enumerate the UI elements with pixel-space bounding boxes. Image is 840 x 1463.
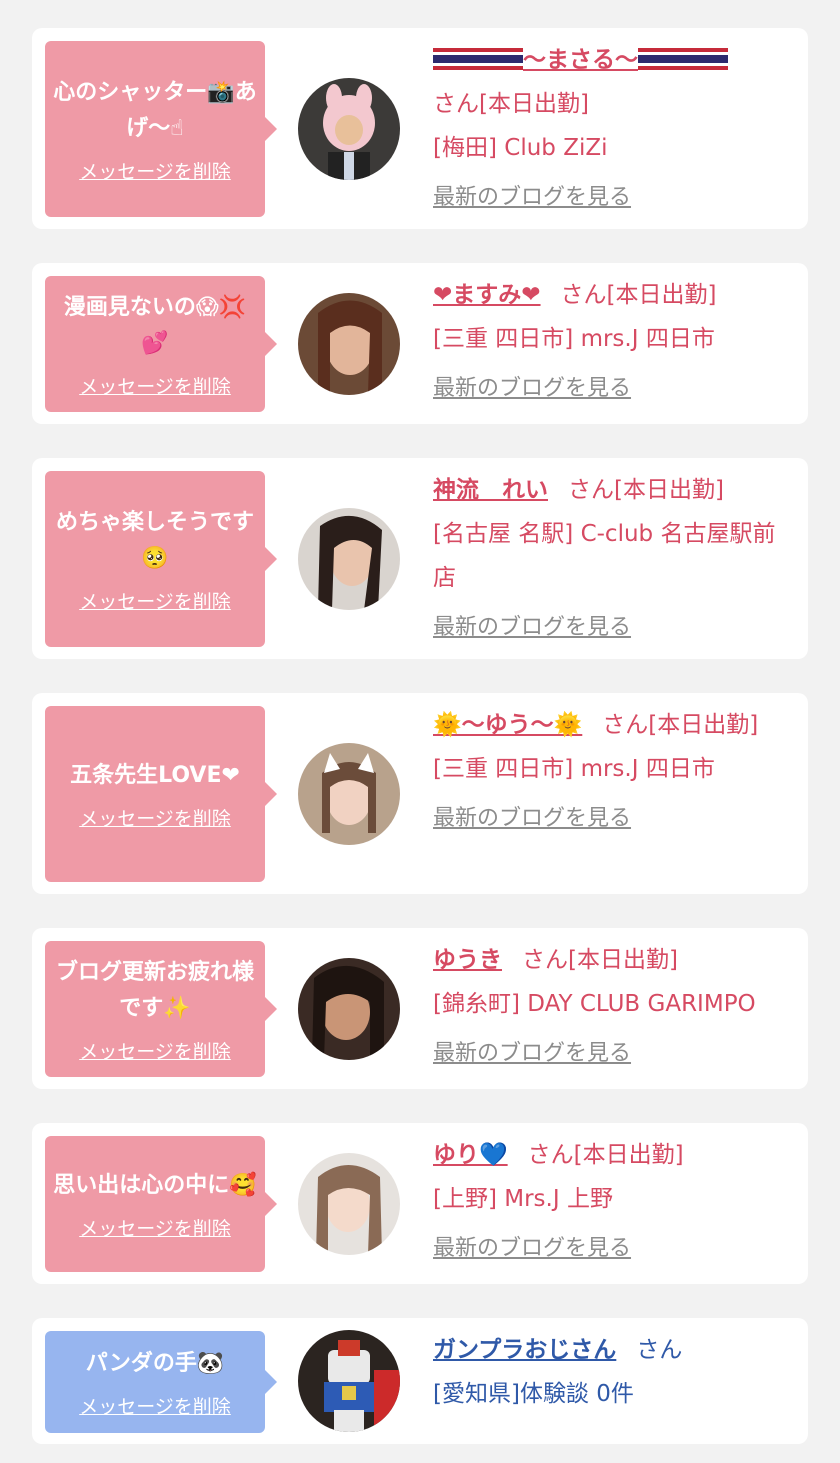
message-text: 五条先生LOVE❤	[70, 762, 240, 788]
avatar[interactable]	[298, 293, 400, 395]
avatar[interactable]	[298, 1330, 400, 1432]
status-suffix: さん[本日出勤]	[527, 1142, 684, 1168]
message-text: 心のシャッター📸あげ〜☝	[53, 79, 257, 141]
shop-name: [名古屋 名駅] C-club 名古屋駅前店	[433, 521, 776, 591]
avatar[interactable]	[298, 743, 400, 845]
shop-name: [三重 四日市] mrs.J 四日市	[433, 756, 715, 782]
user-name-link[interactable]: ガンプラおじさん	[433, 1337, 616, 1363]
blog-link[interactable]: 最新のブログを見る	[433, 180, 631, 216]
status-suffix: さん[本日出勤]	[522, 947, 678, 973]
user-info: 🌞〜ゆう〜🌞 さん[本日出勤] [三重 四日市] mrs.J 四日市 最新のブログ…	[433, 703, 793, 837]
message-text: パンダの手🐼	[85, 1350, 225, 1376]
avatar[interactable]	[298, 1153, 400, 1255]
thai-flag-icon	[668, 48, 698, 70]
list-item: めちゃ楽しそうです🥺 メッセージを削除 神流 れい さん[本日出勤] [名古屋 名…	[32, 458, 808, 659]
thai-flag-icon	[433, 48, 463, 70]
list-item: 思い出は心の中に🥰 メッセージを削除 ゆり💙 さん[本日出勤] [上野] Mrs.…	[32, 1123, 808, 1284]
avatar[interactable]	[298, 78, 400, 180]
message-text: 思い出は心の中に🥰	[53, 1172, 257, 1198]
user-name-link[interactable]: ゆり💙	[433, 1142, 508, 1168]
blog-link[interactable]: 最新のブログを見る	[433, 801, 631, 837]
delete-message-link[interactable]: メッセージを削除	[79, 1392, 231, 1419]
message-text: ブログ更新お疲れ様です✨	[55, 959, 254, 1021]
status-suffix: さん[本日出勤]	[433, 91, 589, 117]
list-item: パンダの手🐼 メッセージを削除 ガンプラおじさん さん [愛知県]体験談 0件	[32, 1318, 808, 1444]
message-bubble: ブログ更新お疲れ様です✨ メッセージを削除	[45, 941, 277, 1077]
thai-flag-icon	[463, 48, 493, 70]
user-info: 神流 れい さん[本日出勤] [名古屋 名駅] C-club 名古屋駅前店 最新の…	[433, 468, 793, 646]
delete-message-link[interactable]: メッセージを削除	[79, 804, 231, 831]
message-bubble: 漫画見ないの😱💢💕 メッセージを削除	[45, 276, 277, 412]
user-info: ❤ますみ❤ さん[本日出勤] [三重 四日市] mrs.J 四日市 最新のブログを…	[433, 273, 793, 407]
status-suffix: さん[本日出勤]	[602, 712, 759, 738]
delete-message-link[interactable]: メッセージを削除	[79, 157, 231, 184]
message-text: めちゃ楽しそうです🥺	[55, 509, 254, 571]
status-suffix: さん[本日出勤]	[560, 282, 717, 308]
list-item: 心のシャッター📸あげ〜☝ メッセージを削除 〜まさる〜 さん[本日出勤] [梅田…	[32, 28, 808, 229]
user-info: ゆうき さん[本日出勤] [錦糸町] DAY CLUB GARIMPO 最新のブロ…	[433, 938, 793, 1072]
thai-flag-icon	[698, 48, 728, 70]
user-name-link[interactable]: 〜まさる〜	[433, 47, 728, 73]
blog-link[interactable]: 最新のブログを見る	[433, 371, 631, 407]
delete-message-link[interactable]: メッセージを削除	[79, 1214, 231, 1241]
shop-name: [三重 四日市] mrs.J 四日市	[433, 326, 715, 352]
message-bubble: 五条先生LOVE❤ メッセージを削除	[45, 706, 277, 882]
user-info: 〜まさる〜 さん[本日出勤] [梅田] Club ZiZi 最新のブログを見る	[433, 38, 793, 216]
user-info: ガンプラおじさん さん [愛知県]体験談 0件	[433, 1328, 793, 1416]
shop-name: [梅田] Club ZiZi	[433, 135, 608, 161]
shop-name: [上野] Mrs.J 上野	[433, 1186, 613, 1212]
message-bubble: 心のシャッター📸あげ〜☝ メッセージを削除	[45, 41, 277, 217]
status-suffix: さん	[636, 1337, 683, 1363]
shop-name: [錦糸町] DAY CLUB GARIMPO	[433, 991, 756, 1017]
blog-link[interactable]: 最新のブログを見る	[433, 1231, 631, 1267]
avatar[interactable]	[298, 958, 400, 1060]
user-name-text: 〜まさる〜	[523, 47, 638, 73]
list-item: 漫画見ないの😱💢💕 メッセージを削除 ❤ますみ❤ さん[本日出勤] [三重 四日市…	[32, 263, 808, 424]
list-item: ブログ更新お疲れ様です✨ メッセージを削除 ゆうき さん[本日出勤] [錦糸町] …	[32, 928, 808, 1089]
status-suffix: さん[本日出勤]	[568, 477, 724, 503]
user-name-link[interactable]: ゆうき	[433, 947, 502, 973]
user-name-link[interactable]: 🌞〜ゆう〜🌞	[433, 712, 582, 738]
blog-link[interactable]: 最新のブログを見る	[433, 1036, 631, 1072]
list-item: 五条先生LOVE❤ メッセージを削除 🌞〜ゆう〜🌞 さん[本日出勤] [三重 四日…	[32, 693, 808, 894]
delete-message-link[interactable]: メッセージを削除	[79, 1037, 231, 1064]
thai-flag-icon	[493, 48, 523, 70]
user-name-link[interactable]: ❤ますみ❤	[433, 282, 541, 308]
user-info: ゆり💙 さん[本日出勤] [上野] Mrs.J 上野 最新のブログを見る	[433, 1133, 793, 1267]
shop-name: [愛知県]体験談 0件	[433, 1381, 634, 1407]
thai-flag-icon	[638, 48, 668, 70]
delete-message-link[interactable]: メッセージを削除	[79, 372, 231, 399]
avatar[interactable]	[298, 508, 400, 610]
blog-link[interactable]: 最新のブログを見る	[433, 610, 631, 646]
message-list: 心のシャッター📸あげ〜☝ メッセージを削除 〜まさる〜 さん[本日出勤] [梅田…	[0, 0, 840, 1463]
message-bubble: パンダの手🐼 メッセージを削除	[45, 1331, 277, 1433]
message-text: 漫画見ないの😱💢💕	[63, 294, 247, 356]
delete-message-link[interactable]: メッセージを削除	[79, 587, 231, 614]
message-bubble: 思い出は心の中に🥰 メッセージを削除	[45, 1136, 277, 1272]
user-name-link[interactable]: 神流 れい	[433, 477, 548, 503]
message-bubble: めちゃ楽しそうです🥺 メッセージを削除	[45, 471, 277, 647]
